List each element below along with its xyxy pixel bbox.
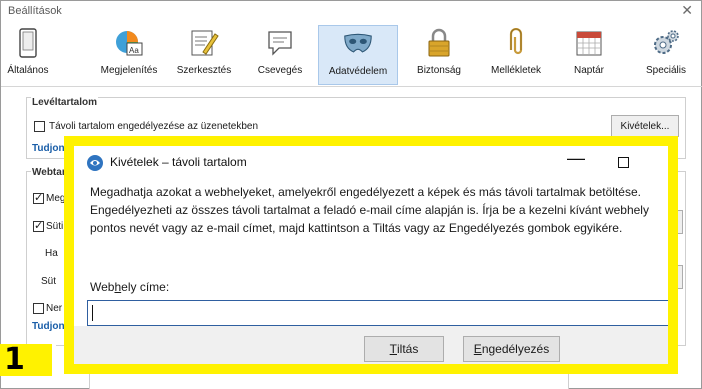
tab-attachments[interactable]: Mellékletek <box>484 25 548 85</box>
tab-attachments-label: Mellékletek <box>490 65 542 76</box>
checkbox-b[interactable] <box>33 219 44 232</box>
tab-privacy-label: Adatvédelem <box>328 66 388 77</box>
text-sut: Süt <box>41 276 57 287</box>
learn-more-link-1[interactable]: Tudjon <box>32 143 65 154</box>
remote-content-label: Távoli tartalom engedélyezése az üzenete… <box>49 121 259 132</box>
text-caret <box>92 305 93 321</box>
minimize-icon[interactable]: — <box>567 148 585 169</box>
checkbox-b-label: Süti <box>46 221 64 232</box>
text-ha: Ha <box>45 248 58 259</box>
lock-icon <box>424 28 454 58</box>
lower-panel <box>89 373 569 389</box>
gears-icon <box>651 28 681 58</box>
mask-icon <box>343 29 373 59</box>
edit-icon <box>189 28 219 58</box>
checkbox-a[interactable] <box>33 191 44 204</box>
close-icon[interactable]: ✕ <box>681 2 693 19</box>
remote-content-row: Távoli tartalom engedélyezése az üzenete… <box>34 121 258 132</box>
row-b: Süti <box>33 219 64 232</box>
phone-icon <box>13 28 43 58</box>
tab-general[interactable]: Általános <box>5 25 51 85</box>
tab-editing-label: Szerkesztés <box>176 65 232 76</box>
dialog-titlebar: Kivételek – távoli tartalom — <box>74 146 668 176</box>
maximize-icon[interactable] <box>618 157 629 168</box>
tab-security[interactable]: Biztonság <box>409 25 469 85</box>
step-number-badge: 1 <box>0 342 56 377</box>
remote-content-checkbox[interactable] <box>34 121 45 132</box>
block-button[interactable]: Tiltás <box>364 336 444 362</box>
tab-appearance-label: Megjelenítés <box>100 65 158 76</box>
tab-calendar-label: Naptár <box>573 65 604 76</box>
exceptions-button[interactable]: Kivételek... <box>611 115 679 137</box>
web-content-title: Webtar <box>31 167 67 178</box>
chat-icon <box>265 28 295 58</box>
mail-content-title: Levéltartalom <box>31 97 99 108</box>
settings-toolbar: Általános Aa Megjelenítés Szerkesztés Cs… <box>1 21 702 87</box>
paperclip-icon <box>501 28 531 58</box>
allow-button[interactable]: Engedélyezés <box>463 336 560 362</box>
checkbox-a-label: Meg <box>46 193 66 204</box>
checkbox-c-label: Ner <box>46 303 63 314</box>
tab-calendar[interactable]: Naptár <box>561 25 617 85</box>
dialog-button-bar: Tiltás Engedélyezés <box>74 326 668 364</box>
row-c: Ner <box>33 303 62 314</box>
svg-text:Aa: Aa <box>129 46 139 55</box>
checkbox-c[interactable] <box>33 303 44 314</box>
site-address-label: Webhely címe: <box>90 280 170 294</box>
appearance-icon: Aa <box>114 28 144 58</box>
step-number: 1 <box>4 342 25 377</box>
tab-chat[interactable]: Csevegés <box>251 25 309 85</box>
exceptions-dialog: Kivételek – távoli tartalom — Megadhatja… <box>74 146 668 364</box>
thunderbird-icon <box>86 154 104 177</box>
tab-advanced[interactable]: Speciális <box>637 25 695 85</box>
tab-advanced-label: Speciális <box>645 65 687 76</box>
window-title: Beállítások <box>8 5 62 17</box>
tab-editing[interactable]: Szerkesztés <box>171 25 237 85</box>
tab-appearance[interactable]: Aa Megjelenítés <box>93 25 165 85</box>
row-a: Meg <box>33 191 66 204</box>
tab-privacy[interactable]: Adatvédelem <box>318 25 398 85</box>
dialog-title: Kivételek – távoli tartalom <box>110 155 247 169</box>
site-address-input[interactable] <box>87 300 668 326</box>
tab-chat-label: Csevegés <box>257 65 303 76</box>
calendar-icon <box>574 28 604 58</box>
tab-security-label: Biztonság <box>417 65 461 76</box>
tab-general-label: Általános <box>7 65 49 76</box>
learn-more-link-2[interactable]: Tudjon <box>32 321 65 332</box>
dialog-description: Megadhatja azokat a webhelyeket, amelyek… <box>90 185 649 235</box>
